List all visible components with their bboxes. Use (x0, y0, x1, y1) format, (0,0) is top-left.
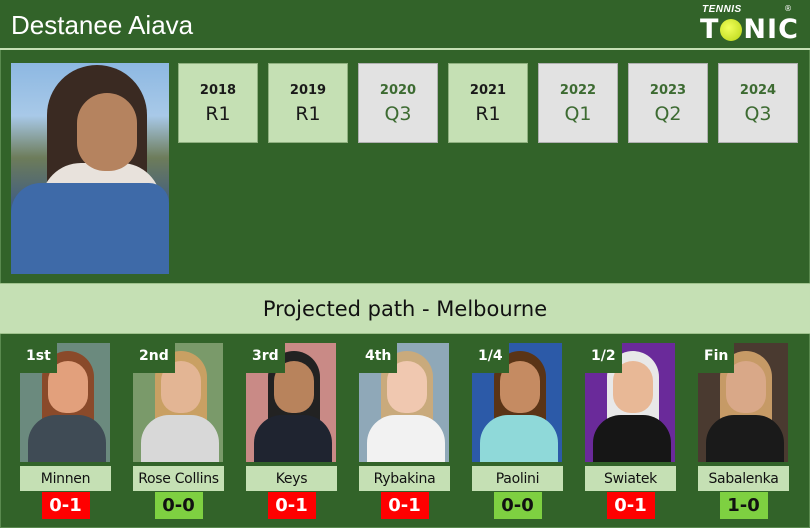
header: Destanee Aiava TENNIS ® T NIC (0, 0, 810, 50)
year-box-2024: 2024 Q3 (718, 63, 798, 143)
year-label: 2023 (649, 83, 687, 98)
logo-wordmark: T NIC (700, 14, 799, 45)
opponent-name[interactable]: Sabalenka (698, 466, 789, 491)
opponent-name[interactable]: Keys (246, 466, 337, 491)
year-label: 2022 (559, 83, 597, 98)
opponent-card[interactable]: 1/4 Paolini 0-0 (472, 343, 563, 519)
photo-body (367, 415, 445, 462)
h2h-badge: 0-0 (154, 492, 203, 519)
round-label: 1/2 (585, 343, 622, 373)
round-label: 2nd (133, 343, 175, 373)
year-box-2020: 2020 Q3 (358, 63, 438, 143)
opponent-photo: 2nd (133, 343, 223, 462)
photo-body (254, 415, 332, 462)
photo-body (706, 415, 784, 462)
section-title: Projected path - Melbourne (262, 296, 548, 321)
round-label: 1st (20, 343, 57, 373)
round-label: 4th (359, 343, 398, 373)
year-box-2021: 2021 R1 (448, 63, 528, 143)
year-label: 2020 (379, 83, 417, 98)
tournament-history: 2018 R1 2019 R1 2020 Q3 2021 R1 2022 Q1 2023 Q2 2024… (178, 63, 798, 143)
round-label: 3rd (246, 343, 285, 373)
year-label: 2019 (289, 83, 327, 98)
h2h-badge: 0-1 (267, 492, 316, 519)
logo-right-text: NIC (743, 14, 799, 45)
opponent-card[interactable]: 1st Minnen 0-1 (20, 343, 111, 519)
year-result: R1 (475, 103, 501, 125)
year-result: R1 (205, 103, 231, 125)
photo-body (593, 415, 671, 462)
year-box-2018: 2018 R1 (178, 63, 258, 143)
year-result: Q2 (654, 103, 682, 125)
opponent-photo: 1/4 (472, 343, 562, 462)
opponent-card[interactable]: Fin Sabalenka 1-0 (698, 343, 789, 519)
opponent-photo: 1st (20, 343, 110, 462)
h2h-badge: 0-0 (493, 492, 542, 519)
h2h-badge: 0-1 (41, 492, 90, 519)
year-label: 2024 (739, 83, 777, 98)
h2h-badge: 0-1 (380, 492, 429, 519)
year-box-2023: 2023 Q2 (628, 63, 708, 143)
h2h-badge: 0-1 (606, 492, 655, 519)
year-label: 2018 (199, 83, 237, 98)
registered-mark: ® (784, 4, 792, 13)
opponent-name[interactable]: Swiatek (585, 466, 676, 491)
tennis-ball-icon (720, 18, 743, 41)
round-label: Fin (698, 343, 735, 373)
year-label: 2021 (469, 83, 507, 98)
opponent-photo: Fin (698, 343, 788, 462)
year-result: R1 (295, 103, 321, 125)
section-header: Projected path - Melbourne (0, 283, 810, 334)
opponent-photo: 4th (359, 343, 449, 462)
year-result: Q1 (564, 103, 592, 125)
player-name: Destanee Aiava (11, 10, 194, 40)
opponent-photo: 3rd (246, 343, 336, 462)
opponent-card[interactable]: 1/2 Swiatek 0-1 (585, 343, 676, 519)
year-box-2019: 2019 R1 (268, 63, 348, 143)
opponent-name[interactable]: Minnen (20, 466, 111, 491)
photo-face (77, 93, 137, 171)
opponent-card[interactable]: 4th Rybakina 0-1 (359, 343, 450, 519)
projected-path: 1st Minnen 0-1 2nd Rose Collins 0-0 3rd Keys 0-1… (20, 343, 789, 519)
opponent-card[interactable]: 3rd Keys 0-1 (246, 343, 337, 519)
tennis-tonic-logo[interactable]: TENNIS ® T NIC (700, 4, 800, 45)
year-box-2022: 2022 Q1 (538, 63, 618, 143)
opponent-name[interactable]: Rybakina (359, 466, 450, 491)
photo-body (141, 415, 219, 462)
photo-jacket (11, 183, 169, 274)
photo-body (28, 415, 106, 462)
h2h-badge: 1-0 (719, 492, 768, 519)
photo-body (480, 415, 558, 462)
opponent-photo: 1/2 (585, 343, 675, 462)
opponent-name[interactable]: Rose Collins (133, 466, 224, 491)
year-result: Q3 (744, 103, 772, 125)
year-result: Q3 (384, 103, 412, 125)
player-photo (11, 63, 169, 274)
logo-left-text: T (700, 14, 720, 45)
opponent-name[interactable]: Paolini (472, 466, 563, 491)
opponent-card[interactable]: 2nd Rose Collins 0-0 (133, 343, 224, 519)
round-label: 1/4 (472, 343, 509, 373)
